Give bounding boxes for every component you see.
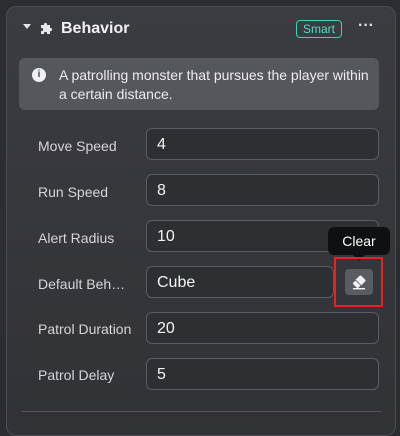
patrol-duration-value: 20 bbox=[157, 320, 175, 337]
behavior-panel: Behavior Smart ··· i A patrolling monste… bbox=[6, 6, 396, 436]
panel-header[interactable]: Behavior Smart ··· bbox=[7, 7, 395, 51]
collapse-caret-icon[interactable] bbox=[23, 24, 31, 29]
run-speed-field[interactable]: 8 bbox=[146, 174, 379, 206]
clear-tooltip: Clear bbox=[328, 227, 390, 261]
eraser-icon bbox=[352, 275, 366, 290]
patrol-delay-label: Patrol Delay bbox=[38, 367, 115, 383]
run-speed-label: Run Speed bbox=[38, 184, 109, 200]
patrol-delay-field[interactable]: 5 bbox=[146, 358, 379, 390]
panel-title: Behavior bbox=[61, 20, 130, 37]
default-behavior-value: Cube bbox=[157, 274, 196, 291]
move-speed-label: Move Speed bbox=[38, 138, 117, 154]
move-speed-field[interactable]: 4 bbox=[146, 128, 379, 160]
description-box: i A patrolling monster that pursues the … bbox=[19, 58, 379, 110]
smart-badge: Smart bbox=[296, 20, 343, 38]
clear-button[interactable] bbox=[345, 269, 373, 295]
description-text: A patrolling monster that pursues the pl… bbox=[59, 67, 369, 102]
more-options-icon[interactable]: ··· bbox=[357, 17, 375, 39]
section-divider bbox=[21, 411, 381, 412]
run-speed-value: 8 bbox=[157, 182, 166, 199]
puzzle-icon bbox=[41, 22, 53, 34]
patrol-duration-label: Patrol Duration bbox=[38, 321, 132, 337]
move-speed-value: 4 bbox=[157, 136, 166, 153]
alert-radius-value: 10 bbox=[157, 228, 175, 245]
info-icon: i bbox=[32, 68, 46, 82]
default-behavior-label: Default Beh… bbox=[38, 276, 126, 292]
default-behavior-field[interactable]: Cube bbox=[146, 266, 334, 298]
patrol-duration-field[interactable]: 20 bbox=[146, 312, 379, 344]
alert-radius-label: Alert Radius bbox=[38, 230, 115, 246]
patrol-delay-value: 5 bbox=[157, 366, 166, 383]
